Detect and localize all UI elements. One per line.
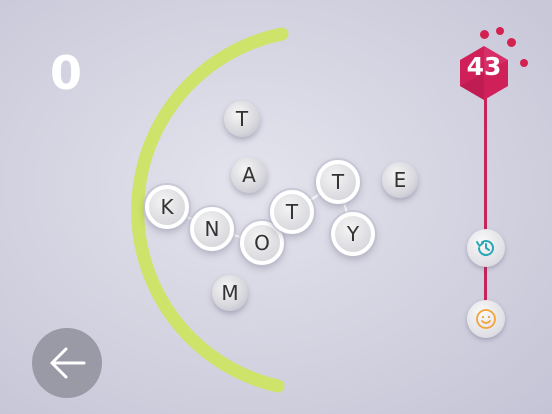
letter-tile[interactable]: A [231,157,267,193]
letter-tile-selected[interactable]: T [270,190,314,234]
score-counter: 0 [50,46,84,100]
letter-tile-selected[interactable]: K [145,185,189,229]
decoration-dot [496,27,504,35]
letter-tile-selected[interactable]: N [190,207,234,251]
letter-tile[interactable]: E [382,162,418,198]
smiley-icon [476,309,496,329]
level-number: 43 [466,52,502,81]
undo-button[interactable] [467,229,505,267]
history-icon [476,240,494,257]
letter-tile[interactable]: M [212,275,248,311]
level-timeline [484,90,487,322]
letter-tile[interactable]: T [224,101,260,137]
back-button[interactable] [32,328,102,398]
arrow-left-icon [50,347,86,379]
decoration-dot [520,59,528,67]
letter-tile-selected[interactable]: Y [331,212,375,256]
decoration-dot [480,30,489,39]
hint-button[interactable] [467,300,505,338]
letter-tile-selected[interactable]: T [316,160,360,204]
